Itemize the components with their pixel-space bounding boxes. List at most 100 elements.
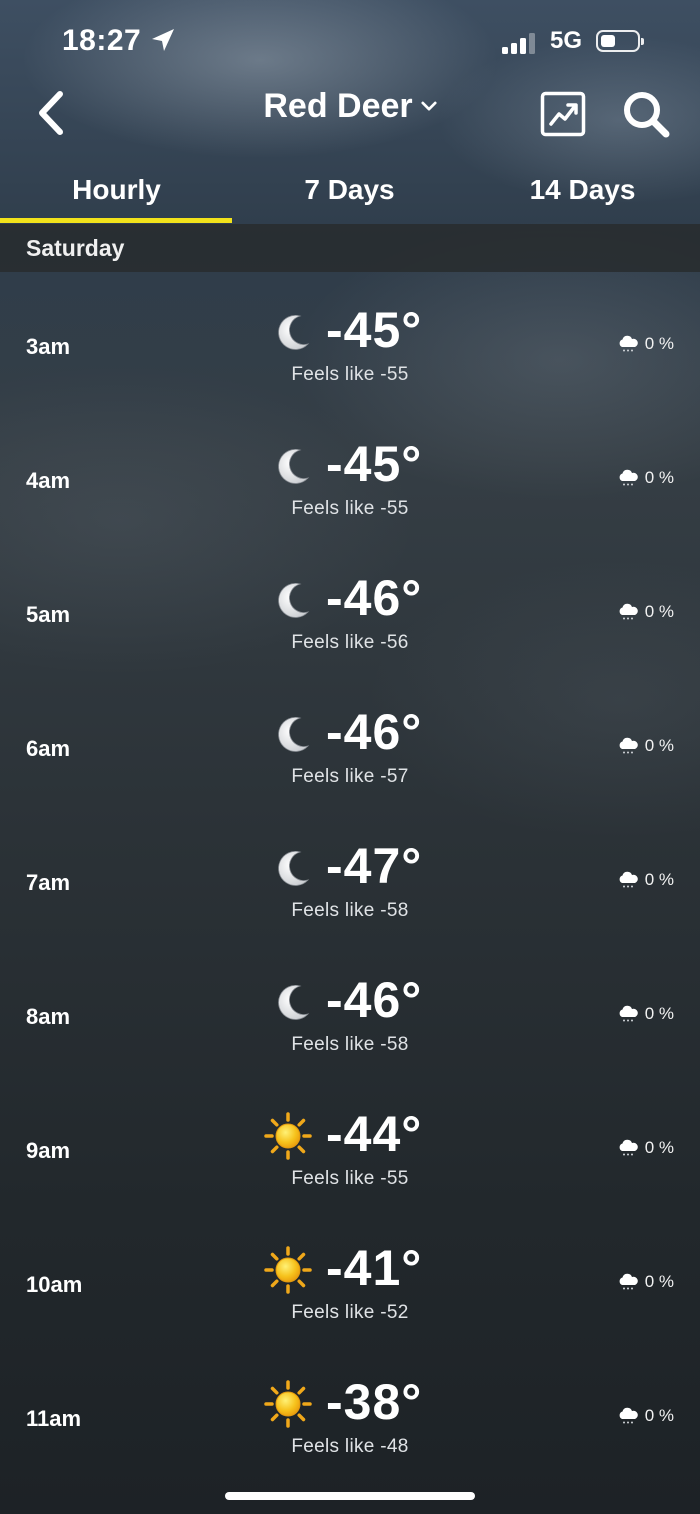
precipitation-chance: 0 %	[617, 1138, 674, 1158]
precipitation-chance: 0 %	[617, 1004, 674, 1024]
hour-temperature: -46°	[326, 704, 423, 760]
precipitation-cloud-icon	[617, 1407, 639, 1425]
feels-like: Feels like -57	[291, 766, 409, 787]
city-selector[interactable]: Red Deer	[200, 84, 500, 128]
sun-icon	[264, 1112, 312, 1160]
hour-row[interactable]: 8am -46° Feels like -58 0 %	[0, 948, 700, 1082]
hour-row[interactable]: 4am -45° Feels like -55 0 %	[0, 412, 700, 546]
hour-time: 10am	[26, 1272, 83, 1297]
city-name: Red Deer	[263, 86, 413, 125]
hour-conditions: -38° Feels like -48	[150, 1372, 550, 1462]
feels-like: Feels like -58	[291, 1034, 409, 1055]
precipitation-chance: 0 %	[617, 468, 674, 488]
precipitation-value: 0 %	[644, 736, 674, 755]
hour-conditions: -47° Feels like -58	[150, 836, 550, 926]
precipitation-chance: 0 %	[617, 736, 674, 756]
active-tab-indicator	[0, 218, 232, 223]
feels-like: Feels like -55	[291, 498, 409, 519]
precipitation-chance: 0 %	[617, 602, 674, 622]
trend-chart-button[interactable]	[540, 91, 586, 137]
hour-time: 6am	[26, 736, 71, 761]
precipitation-value: 0 %	[644, 1138, 674, 1157]
precipitation-value: 0 %	[644, 870, 674, 889]
hour-time: 5am	[26, 602, 71, 627]
precipitation-cloud-icon	[617, 1139, 639, 1157]
day-section-header: Saturday	[0, 224, 700, 272]
moon-icon	[270, 310, 314, 354]
precipitation-value: 0 %	[644, 334, 674, 353]
precipitation-value: 0 %	[644, 1272, 674, 1291]
precipitation-value: 0 %	[644, 1004, 674, 1023]
hour-temperature: -46°	[326, 570, 423, 626]
feels-like: Feels like -56	[291, 632, 409, 653]
day-label: Saturday	[26, 235, 125, 261]
precipitation-chance: 0 %	[617, 1272, 674, 1292]
chevron-down-icon	[421, 101, 437, 110]
home-indicator[interactable]	[225, 1492, 475, 1500]
sun-icon	[264, 1246, 312, 1294]
hour-time: 11am	[26, 1406, 82, 1431]
tab-7-days[interactable]: 7 Days	[233, 160, 466, 220]
hour-row[interactable]: 7am -47° Feels like -58 0 %	[0, 814, 700, 948]
precipitation-value: 0 %	[644, 602, 674, 621]
hour-row[interactable]: 5am -46° Feels like -56 0 %	[0, 546, 700, 680]
hour-time: 8am	[26, 1004, 71, 1029]
precipitation-cloud-icon	[617, 1005, 639, 1023]
hour-conditions: -46° Feels like -56	[150, 568, 550, 658]
feels-like: Feels like -55	[291, 364, 409, 385]
tab-14-days[interactable]: 14 Days	[466, 160, 699, 220]
hour-conditions: -46° Feels like -58	[150, 970, 550, 1060]
hour-temperature: -45°	[326, 302, 423, 358]
precipitation-value: 0 %	[644, 1406, 674, 1425]
status-time: 18:27	[62, 24, 142, 57]
hour-conditions: -41° Feels like -52	[150, 1238, 550, 1328]
precipitation-cloud-icon	[617, 603, 639, 621]
hour-conditions: -45° Feels like -55	[150, 434, 550, 524]
moon-icon	[270, 846, 314, 890]
feels-like: Feels like -48	[291, 1436, 409, 1457]
moon-icon	[270, 444, 314, 488]
hour-temperature: -47°	[326, 838, 423, 894]
location-arrow-icon	[148, 26, 178, 56]
hour-time: 4am	[26, 468, 71, 493]
battery-icon	[596, 30, 644, 52]
hour-time: 9am	[26, 1138, 71, 1163]
hour-time: 3am	[26, 334, 71, 359]
precipitation-cloud-icon	[617, 1273, 639, 1291]
network-type: 5G	[550, 27, 583, 54]
moon-icon	[270, 578, 314, 622]
hour-conditions: -46° Feels like -57	[150, 702, 550, 792]
precipitation-cloud-icon	[617, 871, 639, 889]
feels-like: Feels like -55	[291, 1168, 409, 1189]
hour-time: 7am	[26, 870, 71, 895]
hour-row[interactable]: 9am -44° Feels like -55 0 %	[0, 1082, 700, 1216]
search-button[interactable]	[620, 88, 672, 140]
hour-conditions: -45° Feels like -55	[150, 300, 550, 390]
hour-temperature: -38°	[326, 1374, 423, 1430]
moon-icon	[270, 712, 314, 756]
hour-temperature: -45°	[326, 436, 423, 492]
back-button[interactable]	[30, 88, 74, 138]
sun-icon	[264, 1380, 312, 1428]
hour-row[interactable]: 11am -38° Feels like -48 0 %	[0, 1350, 700, 1484]
hour-temperature: -46°	[326, 972, 423, 1028]
hour-row[interactable]: 10am -41° Feels like -52 0 %	[0, 1216, 700, 1350]
cellular-signal-icon	[502, 30, 538, 54]
hour-row[interactable]: 3am -45° Feels like -55 0 %	[0, 278, 700, 412]
feels-like: Feels like -52	[291, 1302, 409, 1323]
search-icon	[624, 92, 670, 138]
precipitation-chance: 0 %	[617, 334, 674, 354]
precipitation-value: 0 %	[644, 468, 674, 487]
moon-icon	[270, 980, 314, 1024]
chevron-left-icon	[39, 91, 63, 135]
hour-row[interactable]: 6am -46° Feels like -57 0 %	[0, 680, 700, 814]
precipitation-chance: 0 %	[617, 1406, 674, 1426]
hour-conditions: -44° Feels like -55	[150, 1104, 550, 1194]
feels-like: Feels like -58	[291, 900, 409, 921]
hour-temperature: -41°	[326, 1240, 423, 1296]
forecast-tabs: Hourly 7 Days 14 Days	[0, 160, 700, 224]
precipitation-cloud-icon	[617, 335, 639, 353]
hour-temperature: -44°	[326, 1106, 423, 1162]
tab-hourly[interactable]: Hourly	[0, 160, 233, 220]
trend-chart-icon	[540, 91, 586, 137]
